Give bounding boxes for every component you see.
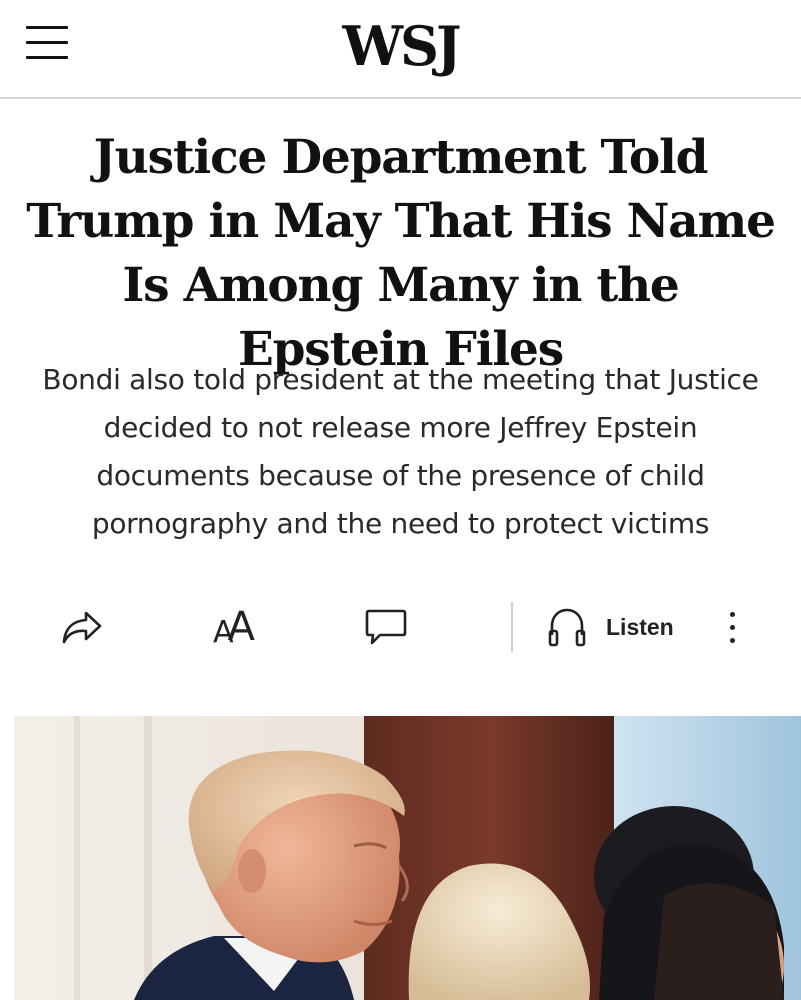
article-toolbar: AA Listen: [0, 596, 801, 658]
text-size-button[interactable]: AA: [204, 596, 264, 658]
toolbar-divider: [511, 602, 513, 652]
more-vertical-icon: [729, 608, 735, 647]
listen-button[interactable]: Listen: [546, 596, 686, 658]
article-headline: Justice Department Told Trump in May Tha…: [26, 130, 776, 377]
wsj-logo[interactable]: WSJ: [0, 14, 801, 78]
more-options-button[interactable]: [716, 596, 748, 658]
text-size-large-glyph: A: [227, 604, 255, 650]
article-dek: Bondi also told president at the meeting…: [42, 363, 759, 540]
headphones-icon: [548, 608, 586, 647]
lead-photo-illustration: [14, 716, 801, 1000]
top-header: WSJ: [0, 0, 801, 99]
share-icon: [62, 611, 102, 644]
listen-label: Listen: [606, 613, 674, 640]
text-size-icon: AA: [213, 604, 255, 650]
share-button[interactable]: [56, 596, 108, 658]
comment-icon: [365, 609, 407, 645]
comment-button[interactable]: [360, 596, 412, 658]
lead-photo[interactable]: [14, 716, 801, 1000]
